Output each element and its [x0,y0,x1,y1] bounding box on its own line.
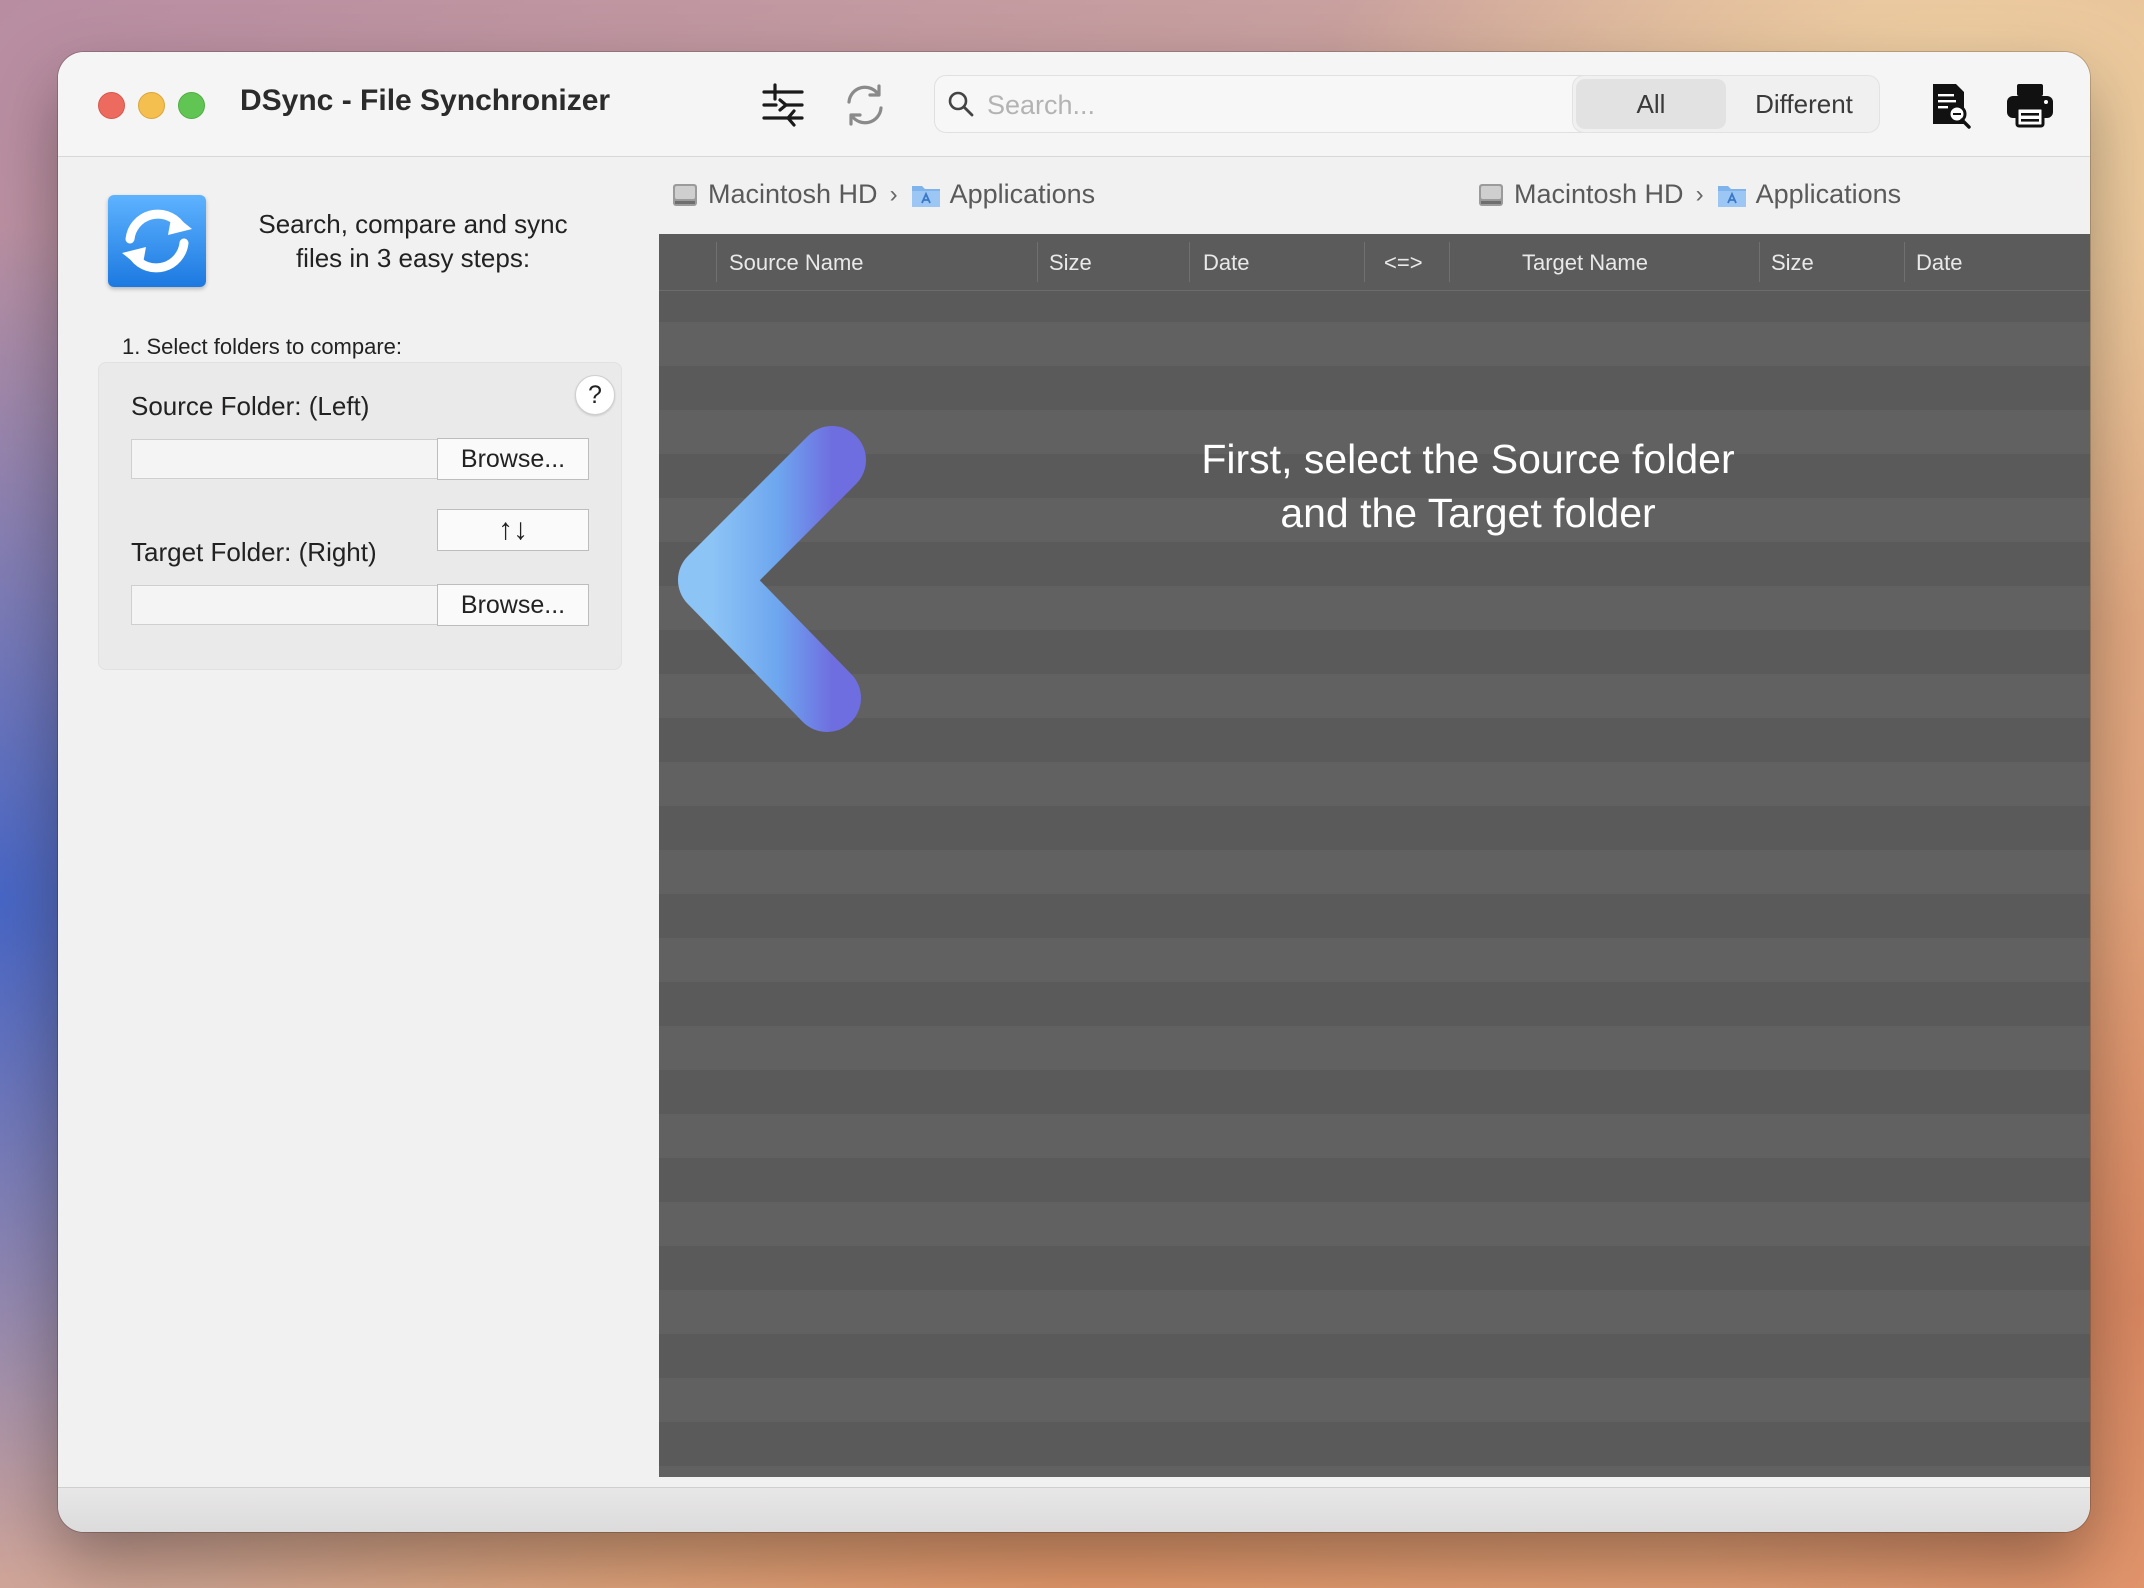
search-box[interactable] [934,75,1610,133]
right-path-breadcrumb[interactable]: Macintosh HD › Applications [1476,179,1901,210]
intro-text: Search, compare and sync files in 3 easy… [258,209,568,273]
printer-icon[interactable] [2004,80,2054,130]
source-folder-label: Source Folder: (Left) [131,391,370,421]
column-target-date[interactable]: Date [1916,250,1962,276]
applications-folder-icon [911,185,940,207]
window-title: DSync - File Synchronizer [240,84,611,117]
path-bar: Macintosh HD › Applications Macintosh HD… [660,157,2090,233]
source-folder-field[interactable] [131,439,437,479]
column-divider [1904,242,1905,282]
left-drive-name: Macintosh HD [708,179,878,209]
close-window-button[interactable] [98,92,125,119]
column-divider [1449,242,1450,282]
target-browse-button[interactable]: Browse... [437,584,589,626]
folder-selection-panel: ? Source Folder: (Left) Browse... ↑↓ Tar… [98,362,622,670]
instruction-line-1: First, select the Source folder [1201,436,1735,482]
column-divider [1364,242,1365,282]
target-folder-field[interactable] [131,585,437,625]
instruction-line-2: and the Target folder [1280,490,1656,536]
column-target-name[interactable]: Target Name [1522,250,1648,276]
right-drive-name: Macintosh HD [1514,179,1684,209]
column-source-date[interactable]: Date [1203,250,1249,276]
applications-folder-icon [1717,185,1746,207]
left-path-breadcrumb[interactable]: Macintosh HD › Applications [670,179,1095,210]
column-divider [716,242,717,282]
column-divider [1189,242,1190,282]
app-logo-sync-icon [108,195,206,287]
document-search-icon[interactable] [1924,80,1974,130]
column-divider [1037,242,1038,282]
column-compare[interactable]: <=> [1384,250,1423,276]
search-icon [948,91,974,117]
chevron-right-icon: › [1695,180,1704,208]
column-divider [1759,242,1760,282]
minimize-window-button[interactable] [138,92,165,119]
source-browse-button[interactable]: Browse... [437,438,589,480]
target-folder-label: Target Folder: (Right) [131,537,377,567]
right-folder-name: Applications [1755,179,1902,209]
hard-drive-icon [673,183,697,206]
chevron-right-icon: › [889,180,898,208]
refresh-icon[interactable] [840,80,890,130]
column-source-size[interactable]: Size [1049,250,1092,276]
title-bar: DSync - File Synchronizer Search... All … [58,52,2090,157]
search-input[interactable] [985,84,1589,126]
column-target-size[interactable]: Size [1771,250,1814,276]
help-button[interactable]: ? [575,375,615,415]
column-source-name[interactable]: Source Name [729,250,864,276]
compare-sliders-icon[interactable] [758,80,808,130]
maximize-window-button[interactable] [178,92,205,119]
table-header: Source Name Size Date <=> Target Name Si… [659,234,2090,291]
arrow-left-icon [678,426,1086,732]
left-folder-name: Applications [949,179,1096,209]
filter-different-button[interactable]: Different [1729,76,1879,132]
hard-drive-icon [1479,183,1503,206]
status-bar [58,1487,2090,1532]
app-window: DSync - File Synchronizer Search... All … [58,52,2090,1532]
swap-folders-button[interactable]: ↑↓ [437,509,589,551]
instruction-overlay: First, select the Source folder and the … [1078,432,1858,540]
sidebar: Search, compare and sync files in 3 easy… [58,157,658,1487]
filter-segmented-control: All Different [1572,75,1880,133]
step1-label: 1. Select folders to compare: [122,334,403,359]
filter-all-button[interactable]: All [1576,79,1726,129]
